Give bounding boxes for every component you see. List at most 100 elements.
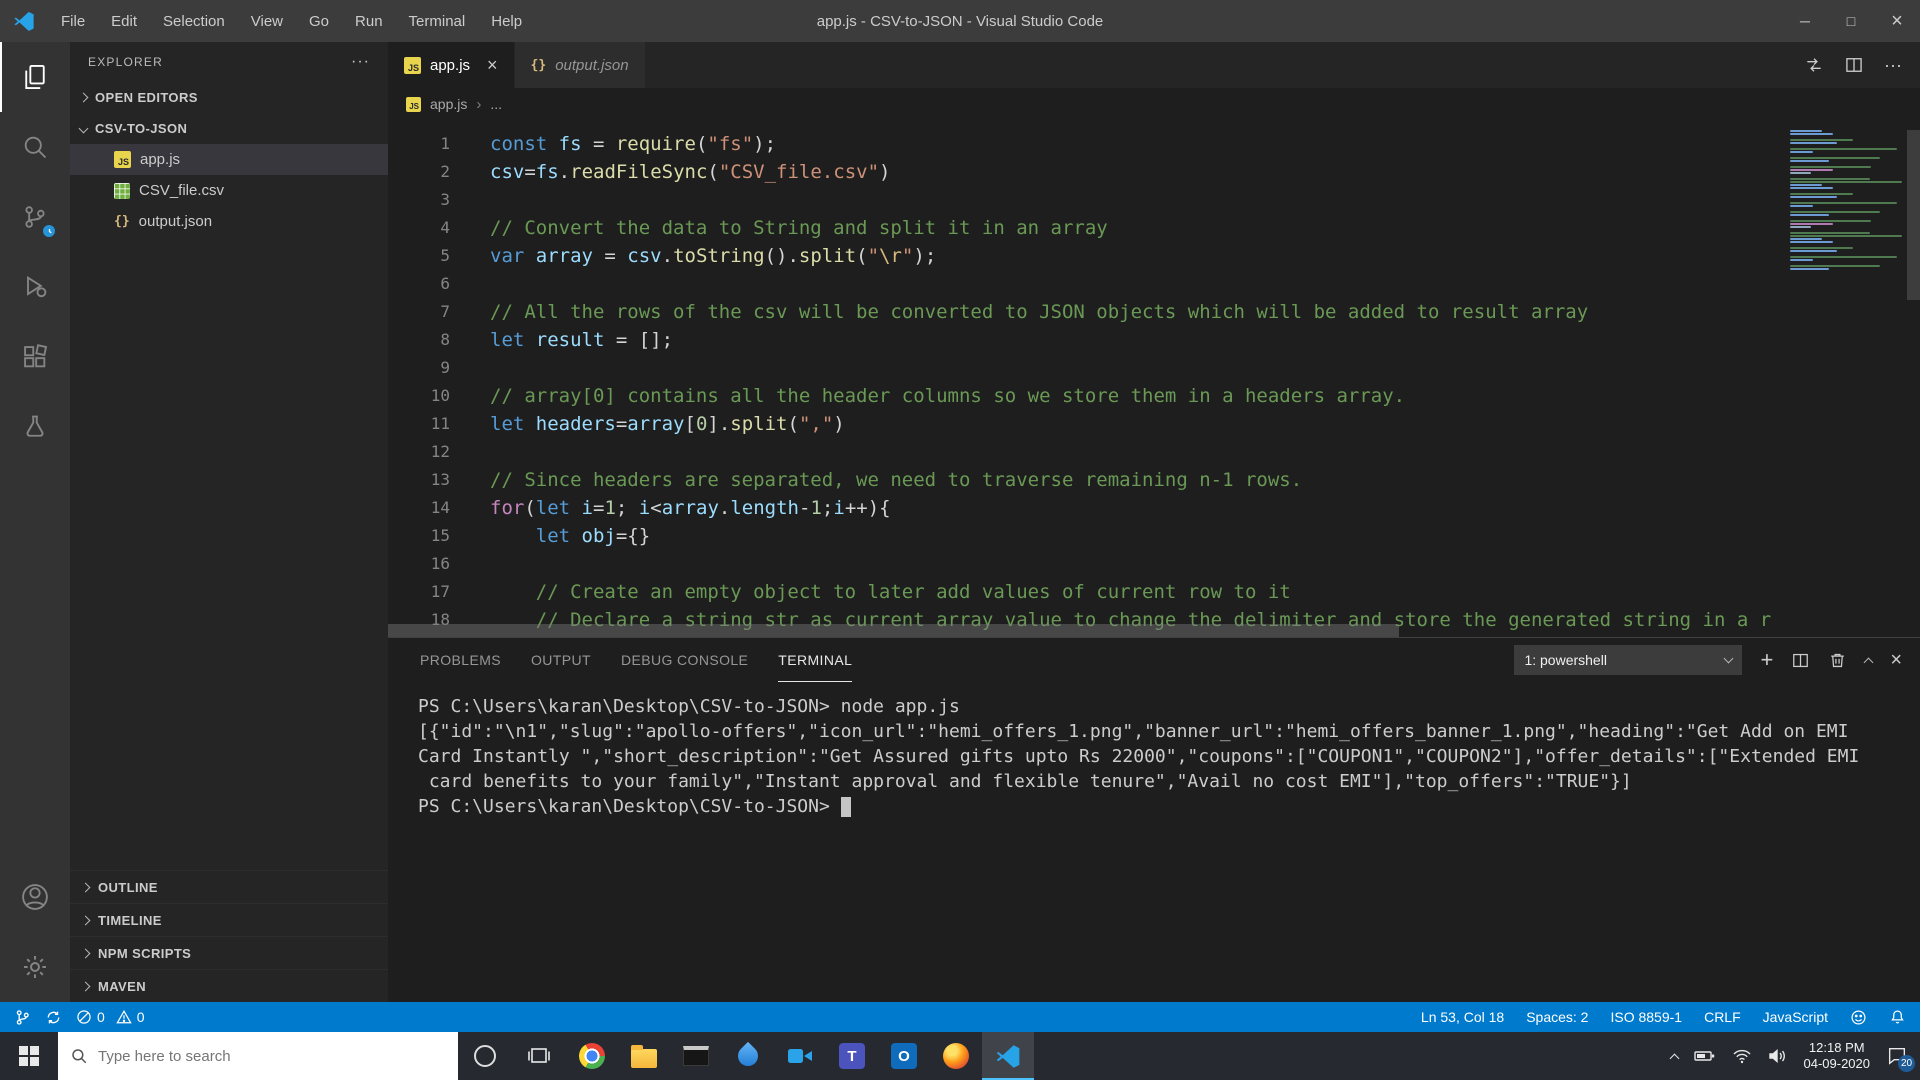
action-center-icon[interactable]: 20 <box>1886 1045 1915 1072</box>
menu-terminal[interactable]: Terminal <box>396 0 479 42</box>
start-button[interactable] <box>0 1032 58 1080</box>
minimize-button[interactable]: ─ <box>1782 0 1828 42</box>
extensions-icon[interactable] <box>0 322 70 392</box>
kill-terminal-trash-icon[interactable] <box>1828 651 1847 670</box>
battery-icon[interactable] <box>1693 1048 1716 1064</box>
vscode-app-icon[interactable] <box>982 1032 1034 1080</box>
menu-file[interactable]: File <box>48 0 98 42</box>
token: length <box>730 497 799 519</box>
terminal-output[interactable]: PS C:\Users\karan\Desktop\CSV-to-JSON> n… <box>388 682 1920 819</box>
volume-icon[interactable] <box>1768 1048 1788 1064</box>
menu-selection[interactable]: Selection <box>150 0 238 42</box>
explorer-icon[interactable] <box>0 42 70 112</box>
teams-app-icon[interactable]: T <box>826 1032 878 1080</box>
file-output.json[interactable]: {} output.json <box>70 206 388 237</box>
source-control-icon[interactable] <box>0 182 70 252</box>
breadcrumb-file[interactable]: app.js <box>430 96 467 112</box>
language-mode[interactable]: JavaScript <box>1763 1009 1828 1025</box>
close-tab-icon[interactable]: × <box>487 56 498 74</box>
test-beaker-icon[interactable] <box>0 392 70 462</box>
sidebar-more-actions-icon[interactable]: ··· <box>351 53 370 71</box>
menu-run[interactable]: Run <box>342 0 396 42</box>
console-app-icon[interactable] <box>670 1032 722 1080</box>
feedback-smiley-icon[interactable] <box>1850 1009 1867 1026</box>
menu-go[interactable]: Go <box>296 0 342 42</box>
tab-app.js[interactable]: JS app.js × <box>388 42 515 88</box>
token: fs <box>558 133 582 155</box>
token: array <box>535 245 593 267</box>
minimap[interactable] <box>1786 130 1906 637</box>
section-label: MAVEN <box>98 978 146 994</box>
indentation[interactable]: Spaces: 2 <box>1526 1009 1588 1025</box>
section-timeline[interactable]: TIMELINE <box>70 903 388 936</box>
breadcrumb[interactable]: JS app.js › ... <box>388 88 1920 120</box>
chrome-app-icon[interactable] <box>566 1032 618 1080</box>
settings-gear-icon[interactable] <box>0 932 70 1002</box>
panel-tab-debug-console[interactable]: DEBUG CONSOLE <box>621 638 748 682</box>
file-CSV_file.csv[interactable]: CSV_file.csv <box>70 175 388 206</box>
notifications-bell-icon[interactable] <box>1889 1009 1906 1026</box>
maximize-button[interactable]: □ <box>1828 0 1874 42</box>
new-terminal-icon[interactable]: + <box>1760 649 1773 671</box>
file-explorer-app-icon[interactable] <box>618 1032 670 1080</box>
open-changes-icon[interactable] <box>1804 55 1824 75</box>
feather-app-icon[interactable] <box>722 1032 774 1080</box>
network-icon[interactable] <box>1732 1048 1752 1064</box>
task-view-icon[interactable] <box>512 1032 566 1080</box>
tray-expand-icon[interactable] <box>1669 1053 1679 1063</box>
git-branch-icon[interactable] <box>14 1009 31 1026</box>
camera-app-icon[interactable] <box>774 1032 826 1080</box>
menu-edit[interactable]: Edit <box>98 0 150 42</box>
taskbar-search[interactable] <box>58 1032 458 1080</box>
terminal-shell-dropdown[interactable]: 1: powershell <box>1514 645 1743 675</box>
menu-help[interactable]: Help <box>478 0 535 42</box>
open-editors-section[interactable]: OPEN EDITORS <box>70 82 388 113</box>
panel-tab-terminal[interactable]: TERMINAL <box>778 638 853 682</box>
code-editor[interactable]: 1 const fs = require("fs"); 2 csv=fs.readFi… <box>388 120 1920 637</box>
split-terminal-icon[interactable] <box>1791 651 1810 670</box>
taskbar-clock[interactable]: 12:18 PM 04-09-2020 <box>1804 1040 1871 1072</box>
explorer-sidebar: EXPLORER ··· OPEN EDITORS CSV-TO-JSON JS… <box>70 42 388 1002</box>
breadcrumb-more[interactable]: ... <box>490 96 502 112</box>
sync-icon[interactable] <box>45 1009 62 1026</box>
accounts-icon[interactable] <box>0 862 70 932</box>
token: // All the rows of the csv will be conve… <box>490 301 1589 323</box>
eol-sequence[interactable]: CRLF <box>1704 1009 1741 1025</box>
encoding[interactable]: ISO 8859-1 <box>1610 1009 1682 1025</box>
run-debug-icon[interactable] <box>0 252 70 322</box>
search-input[interactable] <box>98 1047 446 1065</box>
section-npm-scripts[interactable]: NPM SCRIPTS <box>70 936 388 969</box>
code-line: 16 <box>388 550 1920 578</box>
close-button[interactable]: × <box>1874 0 1920 42</box>
terminal-line: [{"id":"\n1","slug":"apollo-offers","ico… <box>418 721 1849 742</box>
folder-section[interactable]: CSV-TO-JSON <box>70 113 388 144</box>
line-number: 1 <box>440 134 450 153</box>
vertical-scrollbar[interactable] <box>1907 130 1920 300</box>
code-line: 8 let result = []; <box>388 326 1920 354</box>
panel-tab-output[interactable]: OUTPUT <box>531 638 591 682</box>
tab-label: output.json <box>555 56 629 74</box>
code-lines: 1 const fs = require("fs"); 2 csv=fs.readFi… <box>388 130 1920 634</box>
close-panel-icon[interactable]: × <box>1890 650 1902 670</box>
more-actions-icon[interactable]: ··· <box>1884 55 1902 76</box>
firefox-app-icon[interactable] <box>930 1032 982 1080</box>
split-editor-icon[interactable] <box>1844 55 1864 75</box>
errors-indicator[interactable]: 0 0 <box>76 1009 145 1025</box>
section-maven[interactable]: MAVEN <box>70 969 388 1002</box>
cursor-position[interactable]: Ln 53, Col 18 <box>1421 1009 1504 1025</box>
horizontal-scrollbar[interactable] <box>388 624 1400 637</box>
file-app.js[interactable]: JS app.js <box>70 144 388 175</box>
outlook-app-icon[interactable]: O <box>878 1032 930 1080</box>
panel-tab-problems[interactable]: PROBLEMS <box>420 638 501 682</box>
maximize-panel-icon[interactable] <box>1863 657 1874 667</box>
minimap-line <box>1790 202 1897 204</box>
search-icon[interactable] <box>0 112 70 182</box>
code-line: 5 var array = csv.toString().split("\r"); <box>388 242 1920 270</box>
tab-output.json[interactable]: {} output.json <box>514 42 646 88</box>
cortana-icon[interactable] <box>458 1032 512 1080</box>
minimap-line <box>1790 259 1813 261</box>
minimap-line <box>1790 265 1880 267</box>
menu-view[interactable]: View <box>238 0 296 42</box>
minimap-line <box>1790 244 1796 246</box>
section-outline[interactable]: OUTLINE <box>70 870 388 903</box>
